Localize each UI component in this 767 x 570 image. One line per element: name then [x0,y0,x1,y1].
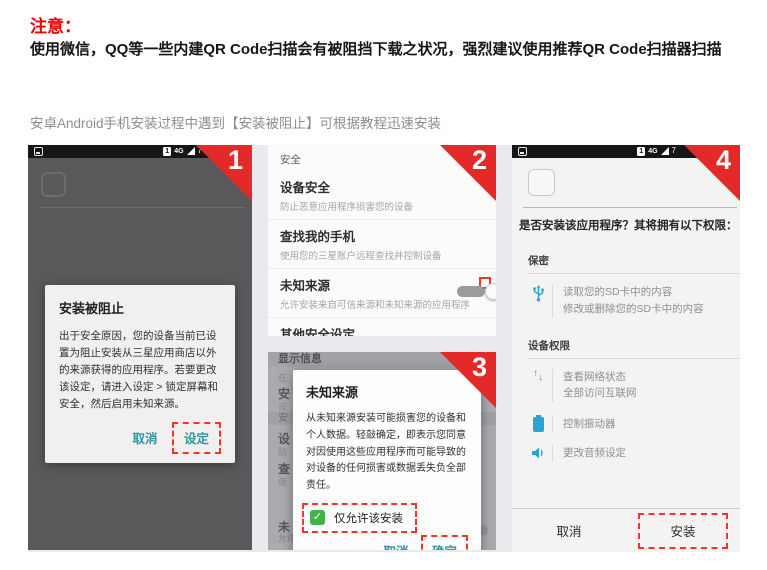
install-blocked-dialog: 安装被阻止 出于安全原因，您的设备当前已设置为阻止安装从三星应用商店以外的来源获… [45,285,235,463]
setting-subtitle: 使用您的三星账户远程查找并控制设备 [280,248,484,262]
setting-subtitle: 允许安装来自可信来源和未知来源的应用程序 [280,297,484,311]
setting-item-other-security[interactable]: 其他安全设定 更改安全更新和证书存储等其他安全设定 [268,318,496,336]
permissions-list: 保密 [512,240,740,462]
tutorial-page: 注意： 使用微信，QQ等一些内建QR Code扫描会有被阻挡下载之状况，强烈建议… [0,0,767,570]
dialog-body: 出于安全原因，您的设备当前已设置为阻止安装从三星应用商店以外的来源获得的应用程序… [59,328,221,413]
permission-line: 更改音频设定 [563,445,626,462]
app-icon-placeholder [41,172,66,197]
battery-level-label: 7 [672,147,676,155]
setting-subtitle: 防止恶意应用程序损害您的设备 [280,199,484,213]
dimmed-text: 使 [278,475,287,488]
permission-network: ↑↓ 查看网络状态 全部访问互联网 [526,369,740,403]
signal-icon [187,147,195,155]
permission-line: 修改或删除您的SD卡中的内容 [563,301,704,318]
speaker-icon [526,445,550,460]
screenshot-install-blocked: 1 4G 7 安装被阻止 出于安全原因，您的设备当前已设置为阻止安装从三星应用商… [28,145,252,550]
tutorial-subtitle: 安卓Android手机安装过程中遇到【安装被阻止】可根据教程迅速安装 [30,112,441,132]
section-privacy: 保密 [528,253,740,274]
permission-vibration: 控制振动器 [526,416,740,433]
checkbox-highlight-box: ✓ 仅允许该安装 [302,503,417,533]
step-corner-ribbon [684,145,740,201]
toggle-track [457,286,485,297]
step-number: 2 [472,146,487,176]
step-number: 1 [228,146,243,176]
step-corner-ribbon [440,145,496,201]
step-corner-ribbon [440,352,496,408]
install-button[interactable]: 安装 [670,525,695,539]
screenshot-unknown-sources-dialog: 显示信息 在 安 设 安 设 防 查 使 未 允许安装来自可信来源和未知来源的应… [268,352,496,550]
sdcard-status-icon [518,147,527,156]
permission-line: 全部访问互联网 [563,385,637,402]
dimmed-text: 在 [278,371,287,384]
status-icons: 1 4G 7 [637,147,676,156]
permission-storage: 读取您的SD卡中的内容 修改或删除您的SD卡中的内容 [526,284,740,318]
screenshot-install-permissions: 1 4G 7 是否安装该应用程序？其将拥有以下权限： 保密 [512,145,740,552]
dialog-buttons: 取消 设定 [59,422,221,454]
dialog-title: 安装被阻止 [59,298,221,317]
screenshots-strip: 1 4G 7 安装被阻止 出于安全原因，您的设备当前已设置为阻止安装从三星应用商… [28,145,740,552]
setting-item-unknown-sources[interactable]: 未知来源 允许安装来自可信来源和未知来源的应用程序 [268,269,496,318]
toggle-highlight-box [479,277,491,289]
network-arrows-icon: ↑↓ [526,369,550,381]
permission-line: 读取您的SD卡中的内容 [563,284,704,301]
install-button-bar: 取消 安装 [512,508,740,552]
setting-title: 其他安全设定 [280,324,484,336]
app-icon-placeholder [528,169,555,196]
dialog-body: 从未知来源安装可能损害您的设备和个人数据。轻敲确定，即表示您同意对因使用这些应用… [306,411,468,495]
dialog-buttons: 取消 确定 [306,535,468,550]
cancel-button[interactable]: 取消 [131,423,160,452]
checkbox-checked-icon[interactable]: ✓ [310,510,325,525]
install-highlight-box: 安装 [638,513,727,549]
vibration-icon [526,416,550,432]
sdcard-status-icon [34,147,43,156]
notification-count-badge: 1 [163,147,171,156]
setting-title: 查找我的手机 [280,226,484,245]
permission-line: 控制振动器 [563,416,616,433]
note-body: 使用微信，QQ等一些内建QR Code扫描会有被阻挡下载之状况，强烈建议使用推荐… [30,38,746,63]
step-number: 3 [472,353,487,383]
step-number: 4 [716,146,731,176]
cancel-button[interactable]: 取消 [382,536,411,550]
usb-icon [526,284,550,302]
step-corner-ribbon [196,145,252,201]
network-type-label: 4G [174,148,183,155]
setting-item-find-my-phone[interactable]: 查找我的手机 使用您的三星账户远程查找并控制设备 [268,220,496,269]
toggle-knob [485,283,496,300]
allow-once-checkbox-row[interactable]: ✓ 仅允许该安装 [310,510,403,526]
ok-highlight-box: 确定 [421,535,468,550]
ok-button[interactable]: 确定 [432,541,457,550]
dimmed-text: 防 [278,445,287,458]
settings-highlight-box: 设定 [172,422,221,454]
section-device-permissions: 设备权限 [528,338,740,359]
note-title: 注意： [30,12,81,37]
setting-title: 未知来源 [280,275,484,294]
signal-icon [661,147,669,155]
notification-count-badge: 1 [637,147,645,156]
network-type-label: 4G [648,148,657,155]
divider [523,207,737,208]
screenshot-security-settings: 安全 设备安全 防止恶意应用程序损害您的设备 查找我的手机 使用您的三星账户远程… [268,145,496,336]
permission-line: 查看网络状态 [563,369,637,386]
settings-button[interactable]: 设定 [184,428,209,447]
divider [39,207,245,208]
cancel-button[interactable]: 取消 [556,525,581,539]
install-question: 是否安装该应用程序？其将拥有以下权限： [519,217,738,233]
checkbox-label: 仅允许该安装 [334,510,403,526]
permission-audio: 更改音频设定 [526,445,740,462]
